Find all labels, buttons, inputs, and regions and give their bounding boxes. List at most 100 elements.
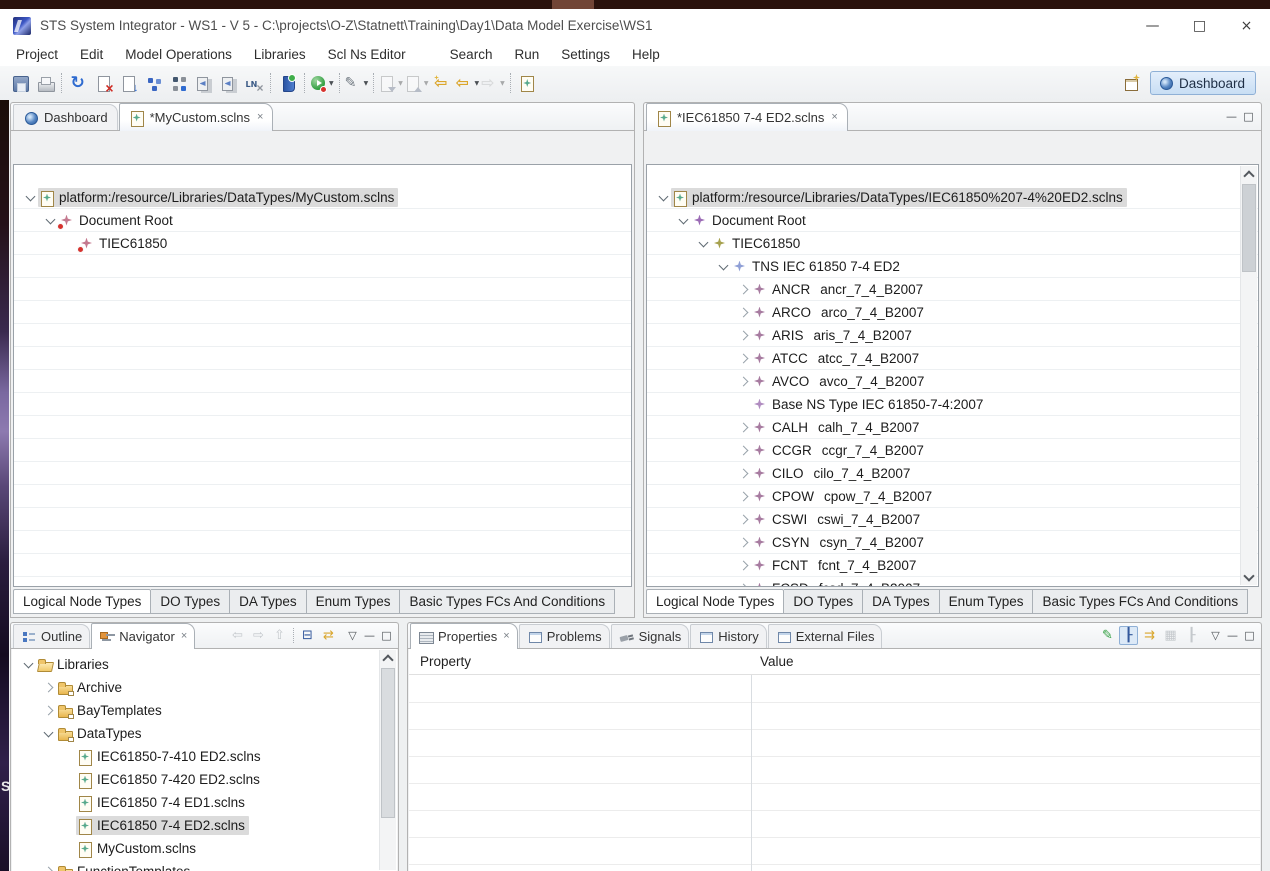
tab-outline[interactable]: Outline: [13, 624, 90, 648]
expander-icon[interactable]: [22, 190, 38, 206]
dropdown-arrow-icon[interactable]: [398, 80, 403, 87]
expander-icon[interactable]: [40, 680, 56, 696]
expander-icon[interactable]: [735, 558, 751, 574]
nav-forward-icon[interactable]: ⇨: [249, 626, 268, 645]
compare-models-2-icon[interactable]: [217, 71, 240, 95]
tree-row[interactable]: FCNT fcnt_7_4_B2007: [647, 554, 1258, 577]
expander-icon[interactable]: [675, 213, 691, 229]
minimize-view-icon[interactable]: —: [361, 627, 378, 644]
expander-icon[interactable]: [735, 443, 751, 459]
tree-row[interactable]: TIEC61850: [647, 232, 1258, 255]
link-with-editor-icon[interactable]: ⇄: [319, 626, 338, 645]
expander-icon[interactable]: [40, 703, 56, 719]
table-mode-icon[interactable]: ▦: [1161, 626, 1180, 645]
new-property-icon[interactable]: ✎: [1098, 626, 1117, 645]
vertical-scrollbar[interactable]: [379, 650, 396, 870]
menu-item[interactable]: Edit: [69, 45, 114, 64]
editor-page-tab[interactable]: DO Types: [151, 589, 230, 614]
back-icon[interactable]: ⇦: [456, 71, 480, 95]
close-tab-icon[interactable]: [257, 112, 263, 123]
expander-icon[interactable]: [735, 305, 751, 321]
tab-problems[interactable]: Problems: [519, 624, 610, 648]
tab-properties[interactable]: Properties: [410, 623, 518, 649]
tree-row[interactable]: Libraries: [12, 653, 380, 676]
filter-properties-icon[interactable]: ┠: [1182, 626, 1201, 645]
tree-row[interactable]: CALH calh_7_4_B2007: [647, 416, 1258, 439]
scrollbar-thumb[interactable]: [1242, 184, 1256, 272]
maximize-view-icon[interactable]: □: [1241, 627, 1258, 644]
dropdown-arrow-icon[interactable]: [500, 80, 505, 87]
tree-row[interactable]: ANCR ancr_7_4_B2007: [647, 278, 1258, 301]
expander-icon[interactable]: [695, 236, 711, 252]
editor-page-tab[interactable]: DA Types: [863, 589, 940, 614]
check-out-icon[interactable]: [405, 71, 429, 95]
save-icon[interactable]: [8, 71, 31, 95]
tree-row[interactable]: FCSD fcsd_7_4_B2007: [647, 577, 1258, 586]
check-in-icon[interactable]: [379, 71, 403, 95]
scroll-up-icon[interactable]: [1241, 166, 1257, 182]
nav-up-icon[interactable]: ⇧: [270, 626, 289, 645]
expander-icon[interactable]: [715, 259, 731, 275]
tree-row[interactable]: CSWI cswi_7_4_B2007: [647, 508, 1258, 531]
tab-external-files[interactable]: External Files: [768, 624, 883, 648]
menu-item[interactable]: Run: [503, 45, 550, 64]
minimize-editor-icon[interactable]: —: [1223, 108, 1240, 125]
menu-item[interactable]: Libraries: [243, 45, 317, 64]
maximize-editor-icon[interactable]: □: [1240, 108, 1257, 125]
window-close-button[interactable]: ×: [1223, 9, 1270, 42]
expander-icon[interactable]: [40, 864, 56, 871]
tree-mode-icon[interactable]: ┠: [1119, 626, 1138, 645]
editor-page-tab[interactable]: Basic Types FCs And Conditions: [400, 589, 615, 614]
expander-icon[interactable]: [735, 581, 751, 587]
new-sclns-icon[interactable]: [516, 71, 539, 95]
menu-item[interactable]: Settings: [550, 45, 621, 64]
property-column-header[interactable]: Property: [409, 654, 751, 669]
tab-signals[interactable]: Signals: [611, 624, 690, 648]
ln-delete-icon[interactable]: LN: [242, 71, 265, 95]
view-menu-icon[interactable]: ▽: [344, 627, 361, 644]
editor-page-tab[interactable]: DA Types: [230, 589, 307, 614]
editor-page-tab[interactable]: Enum Types: [307, 589, 401, 614]
perspective-dashboard-button[interactable]: Dashboard: [1150, 71, 1256, 95]
scroll-up-icon[interactable]: [380, 650, 396, 666]
menu-item[interactable]: Project: [5, 45, 69, 64]
minimize-view-icon[interactable]: —: [1224, 627, 1241, 644]
expander-icon[interactable]: [735, 535, 751, 551]
menu-item[interactable]: Scl Ns Editor: [317, 45, 417, 64]
open-perspective-icon[interactable]: [1124, 75, 1140, 91]
vertical-scrollbar[interactable]: [1240, 166, 1257, 585]
tree-row[interactable]: platform:/resource/Libraries/DataTypes/I…: [647, 186, 1258, 209]
tree-row[interactable]: CSYN csyn_7_4_B2007: [647, 531, 1258, 554]
expander-icon[interactable]: [62, 236, 78, 252]
expander-icon[interactable]: [735, 328, 751, 344]
menu-item[interactable]: Help: [621, 45, 671, 64]
scrollbar-thumb[interactable]: [381, 668, 395, 818]
refresh-icon[interactable]: ↻: [67, 71, 90, 95]
tree-row[interactable]: ARCO arco_7_4_B2007: [647, 301, 1258, 324]
tree-row[interactable]: Archive: [12, 676, 380, 699]
compare-models-icon[interactable]: [192, 71, 215, 95]
tree-row[interactable]: DataTypes: [12, 722, 380, 745]
expander-icon[interactable]: [60, 841, 76, 857]
expander-icon[interactable]: [735, 489, 751, 505]
forward-icon[interactable]: ⇨: [481, 71, 505, 95]
tree-row[interactable]: BayTemplates: [12, 699, 380, 722]
tree-row[interactable]: FunctionTemplates: [12, 860, 380, 871]
dropdown-arrow-icon[interactable]: [329, 80, 334, 87]
editor-page-tab[interactable]: DO Types: [784, 589, 863, 614]
bookmark-icon[interactable]: [276, 71, 299, 95]
tree-row[interactable]: ARIS aris_7_4_B2007: [647, 324, 1258, 347]
import-model-icon[interactable]: [117, 71, 140, 95]
menu-item[interactable]: Model Operations: [114, 45, 243, 64]
window-maximize-button[interactable]: □: [1176, 9, 1223, 42]
expander-icon[interactable]: [735, 374, 751, 390]
dropdown-arrow-icon[interactable]: [424, 80, 429, 87]
window-minimize-button[interactable]: —: [1129, 9, 1176, 42]
link-model-icon[interactable]: [142, 71, 165, 95]
back-new-icon[interactable]: ⇦: [431, 71, 454, 95]
expander-icon[interactable]: [40, 726, 56, 742]
expander-icon[interactable]: [735, 512, 751, 528]
tree-row[interactable]: CILO cilo_7_4_B2007: [647, 462, 1258, 485]
print-icon[interactable]: [33, 71, 56, 95]
tree-row[interactable]: ATCC atcc_7_4_B2007: [647, 347, 1258, 370]
